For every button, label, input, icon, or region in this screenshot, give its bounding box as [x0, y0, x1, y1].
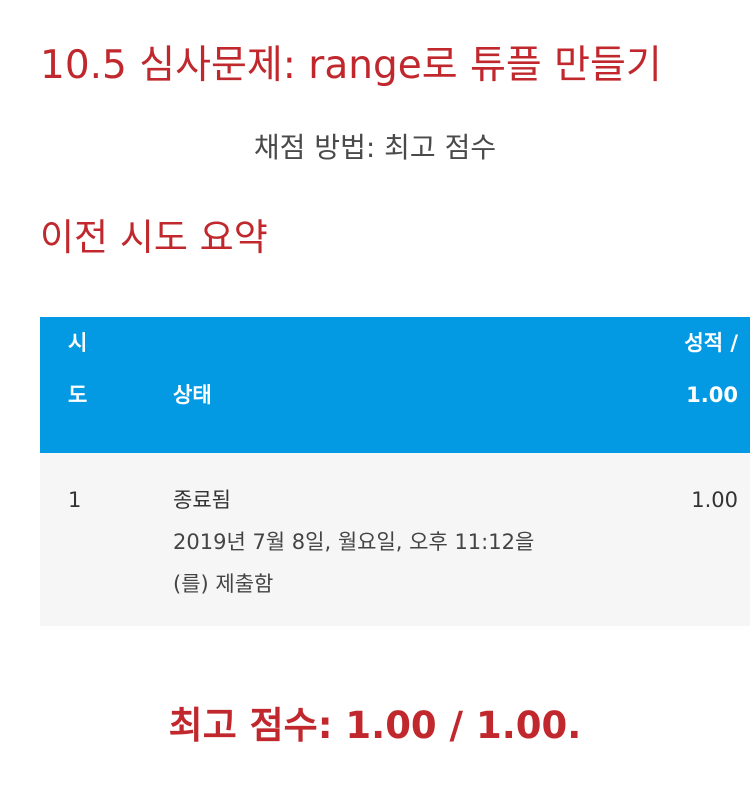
header-attempt-line2: 도 — [68, 383, 88, 407]
attempt-number: 1 — [68, 488, 82, 512]
header-grade: 성적 / 1.00 — [593, 317, 750, 453]
table-row: 1 종료됨 2019년 7월 8일, 월요일, 오후 11:12을 (를) 제출… — [40, 453, 750, 626]
attempt-state: 종료됨 2019년 7월 8일, 월요일, 오후 11:12을 (를) 제출함 — [173, 453, 593, 626]
header-state-label: 상태 — [173, 383, 212, 407]
attempt-grade: 1.00 — [691, 488, 738, 512]
header-row: 시 도 상태 성적 / 1.00 — [40, 317, 750, 453]
header-state: 상태 — [173, 317, 593, 453]
grading-method: 채점 방법: 최고 점수 — [253, 131, 497, 164]
header-attempt-line1: 시 — [68, 331, 88, 355]
attempts-table: 시 도 상태 성적 / 1.00 1 종료됨 2019년 7월 8일, 월요일,… — [40, 317, 750, 626]
attempt-state-label: 종료됨 — [173, 488, 231, 512]
attempt-submitted-date: 2019년 7월 8일, 월요일, 오후 11:12을 — [173, 530, 535, 554]
quiz-title: 10.5 심사문제: range로 튜플 만들기 — [40, 43, 662, 88]
attempts-table-header: 시 도 상태 성적 / 1.00 — [40, 317, 750, 453]
header-grade-line2: 1.00 — [686, 383, 738, 407]
final-grade: 최고 점수: 1.00 / 1.00. — [168, 704, 582, 747]
header-grade-line1: 성적 / — [684, 331, 738, 355]
attempts-summary-heading: 이전 시도 요약 — [40, 216, 268, 259]
header-attempt: 시 도 — [40, 317, 173, 453]
attempts-table-body: 1 종료됨 2019년 7월 8일, 월요일, 오후 11:12을 (를) 제출… — [40, 453, 750, 626]
attempt-submitted-suffix: (를) 제출함 — [173, 572, 274, 596]
